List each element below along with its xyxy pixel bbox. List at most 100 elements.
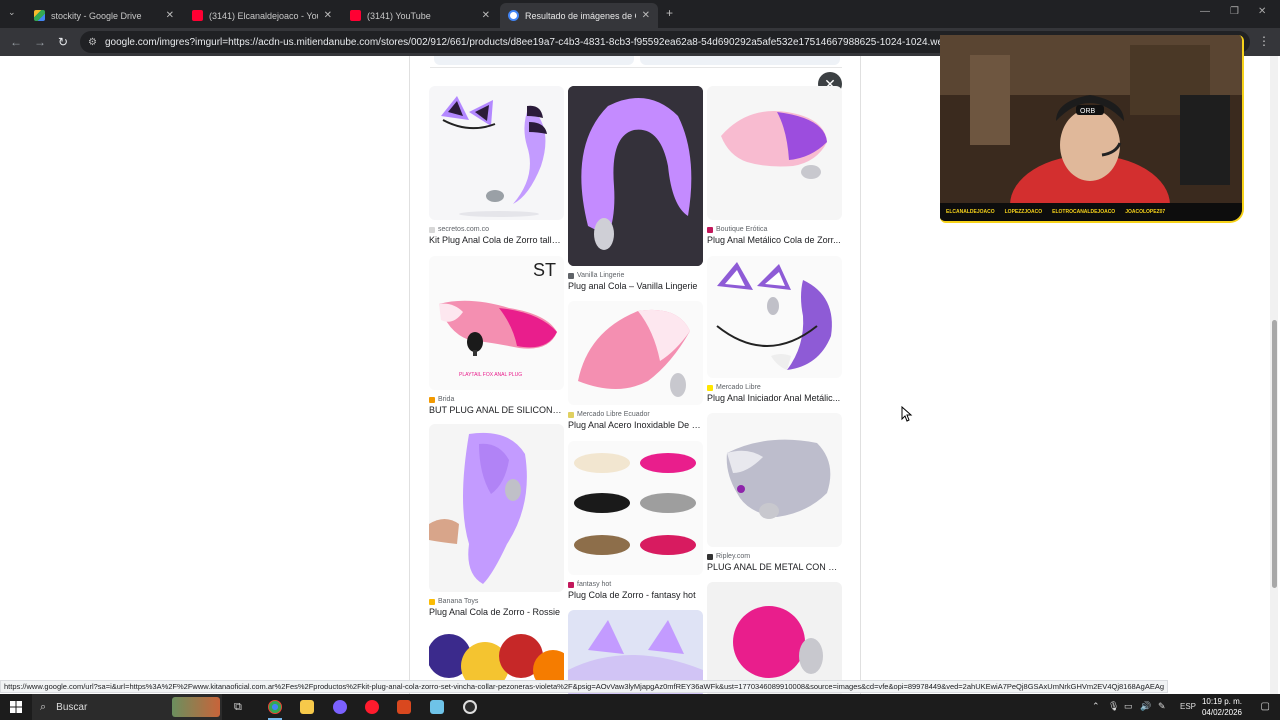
- minimize-icon[interactable]: —: [1200, 6, 1210, 17]
- result-card[interactable]: Boutique Erótica Plug Anal Metálico Cola…: [707, 86, 842, 245]
- result-source[interactable]: Mercado Libre Ecuador: [568, 411, 703, 418]
- result-card[interactable]: fantasy hot Plug Cola de Zorro - fantasy…: [568, 441, 703, 600]
- result-source[interactable]: fantasy hot: [568, 581, 703, 588]
- headset-brand: ORB: [1080, 108, 1096, 115]
- new-tab-button[interactable]: +: [666, 6, 673, 20]
- tab-search-button[interactable]: ⌄: [8, 7, 16, 18]
- result-title[interactable]: Plug Anal Cola de Zorro - Rossie: [429, 607, 564, 617]
- result-image[interactable]: [707, 256, 842, 378]
- tab-google-images[interactable]: Resultado de imágenes de Google ✕: [500, 3, 658, 28]
- notepad-icon[interactable]: [430, 700, 444, 714]
- file-explorer-icon[interactable]: [300, 700, 314, 714]
- source-name: Mercado Libre: [716, 384, 761, 391]
- result-image[interactable]: [707, 413, 842, 547]
- pink-tail-plug-image: [578, 309, 690, 397]
- windows-start-icon[interactable]: [10, 701, 22, 713]
- result-source[interactable]: Boutique Erótica: [707, 226, 842, 233]
- result-title[interactable]: PLUG ANAL DE METAL CON C...: [707, 562, 842, 572]
- tray-overflow-icon[interactable]: ⌃: [1092, 701, 1100, 712]
- site-favicon: [568, 272, 574, 279]
- result-image[interactable]: [568, 86, 703, 266]
- result-source[interactable]: Banana Toys: [429, 598, 564, 605]
- fox-ears-tail-image: [441, 96, 547, 217]
- tab-google-drive[interactable]: stockity - Google Drive ✕: [26, 3, 182, 28]
- result-image[interactable]: [429, 424, 564, 592]
- result-source[interactable]: Vanilla Lingerie: [568, 272, 703, 279]
- search-highlight-icon: [172, 697, 220, 717]
- purple-tail-silk-image: [568, 86, 703, 266]
- result-source[interactable]: Ripley.com: [707, 553, 842, 560]
- related-chip[interactable]: [640, 56, 840, 65]
- tab-strip: ⌄ stockity - Google Drive ✕ (3141) Elcan…: [0, 0, 1280, 28]
- tab-title: (3141) Elcanaldejoaco - YouTube: [209, 10, 318, 21]
- pen-icon[interactable]: ✎: [1158, 701, 1166, 712]
- result-card[interactable]: Vanilla Lingerie Plug anal Cola – Vanill…: [568, 86, 703, 291]
- youtube-icon: [350, 10, 361, 21]
- result-title[interactable]: Kit Plug Anal Cola de Zorro talla...: [429, 235, 564, 245]
- network-icon[interactable]: ▭: [1124, 701, 1133, 712]
- result-image[interactable]: [707, 86, 842, 220]
- result-source[interactable]: secretos.com.co: [429, 226, 564, 233]
- clock-time: 10:19 p. m.: [1201, 697, 1242, 706]
- result-title[interactable]: BUT PLUG ANAL DE SILICONA...: [429, 405, 564, 415]
- tab-close-icon[interactable]: ✕: [642, 10, 650, 21]
- volume-icon[interactable]: 🔊: [1140, 701, 1151, 712]
- result-image[interactable]: ST PLAYTAIL FOX ANAL PLUG: [429, 256, 564, 390]
- image-results-panel: ✕ secretos.com.co Kit Plug Anal Cola de …: [409, 56, 861, 698]
- back-icon[interactable]: ←: [10, 35, 22, 49]
- result-title[interactable]: Plug Anal Acero Inoxidable De Z...: [568, 420, 703, 430]
- handle-text: ELCANALDEJOACO: [946, 209, 995, 215]
- tab-close-icon[interactable]: ✕: [166, 10, 174, 21]
- related-chip[interactable]: [434, 56, 634, 65]
- result-source[interactable]: Brida: [429, 396, 564, 403]
- taskbar-clock[interactable]: 10:19 p. m. 04/02/2026: [1202, 696, 1242, 718]
- obs-icon[interactable]: [463, 700, 477, 714]
- browser-menu-icon[interactable]: ⋮: [1258, 34, 1270, 48]
- tail-collection-image: [574, 453, 696, 555]
- tab-youtube-channel[interactable]: (3141) Elcanaldejoaco - YouTube ✕: [184, 3, 340, 28]
- tab-youtube[interactable]: (3141) YouTube ✕: [342, 3, 498, 28]
- result-card[interactable]: Banana Toys Plug Anal Cola de Zorro - Ro…: [429, 424, 564, 617]
- url-text[interactable]: google.com/imgres?imgurl=https://acdn-us…: [105, 37, 965, 48]
- result-card[interactable]: Ripley.com PLUG ANAL DE METAL CON C...: [707, 413, 842, 572]
- microphone-icon[interactable]: 🎙: [1108, 701, 1119, 712]
- notifications-icon[interactable]: ▢: [1261, 701, 1270, 712]
- chrome-icon[interactable]: [268, 700, 282, 714]
- reload-icon[interactable]: ↻: [58, 35, 68, 49]
- scrollbar-thumb[interactable]: [1272, 320, 1277, 588]
- result-card[interactable]: secretos.com.co Kit Plug Anal Cola de Zo…: [429, 86, 564, 245]
- result-card[interactable]: Mercado Libre Plug Anal Iniciador Anal M…: [707, 256, 842, 403]
- result-image[interactable]: [568, 301, 703, 405]
- tab-title: Resultado de imágenes de Google: [525, 10, 636, 21]
- result-image[interactable]: [568, 441, 703, 575]
- search-icon: ⌕: [40, 700, 47, 713]
- youtube-icon: [192, 10, 203, 21]
- taskbar-search[interactable]: ⌕ Buscar: [32, 694, 222, 720]
- messenger-icon[interactable]: [333, 700, 347, 714]
- result-title[interactable]: Plug Cola de Zorro - fantasy hot: [568, 590, 703, 600]
- game-app-icon[interactable]: [397, 700, 411, 714]
- forward-icon[interactable]: →: [34, 35, 46, 49]
- result-title[interactable]: Plug Anal Iniciador Anal Metálic...: [707, 393, 842, 403]
- window-close-icon[interactable]: ✕: [1258, 6, 1266, 17]
- search-placeholder: Buscar: [56, 701, 88, 713]
- task-view-icon[interactable]: ⧉: [234, 701, 242, 714]
- result-image[interactable]: [429, 86, 564, 220]
- restore-icon[interactable]: ❐: [1230, 6, 1239, 17]
- link-status-url: https://www.google.com/url?sa=i&url=http…: [0, 680, 1169, 693]
- language-indicator[interactable]: ESP: [1180, 702, 1196, 711]
- source-name: fantasy hot: [577, 581, 612, 588]
- result-title[interactable]: Plug anal Cola – Vanilla Lingerie: [568, 281, 703, 291]
- result-title[interactable]: Plug Anal Metálico Cola de Zorr...: [707, 235, 842, 245]
- tab-close-icon[interactable]: ✕: [482, 10, 490, 21]
- social-handles-bar: ELCANALDEJOACO LOPEZZJOACO ELOTROCANALDE…: [940, 203, 1242, 221]
- result-card[interactable]: ST PLAYTAIL FOX ANAL PLUG Brida BUT PLUG…: [429, 256, 564, 415]
- streamer-webcam-overlay: ORB ELCANALDEJOACO LOPEZZJOACO ELOTROCAN…: [940, 35, 1244, 223]
- opera-icon[interactable]: [365, 700, 379, 714]
- handle-text: LOPEZZJOACO: [1004, 209, 1043, 215]
- site-info-icon[interactable]: ⚙: [88, 37, 97, 48]
- site-favicon: [707, 553, 713, 560]
- result-source[interactable]: Mercado Libre: [707, 384, 842, 391]
- result-card[interactable]: Mercado Libre Ecuador Plug Anal Acero In…: [568, 301, 703, 430]
- tab-close-icon[interactable]: ✕: [324, 10, 332, 21]
